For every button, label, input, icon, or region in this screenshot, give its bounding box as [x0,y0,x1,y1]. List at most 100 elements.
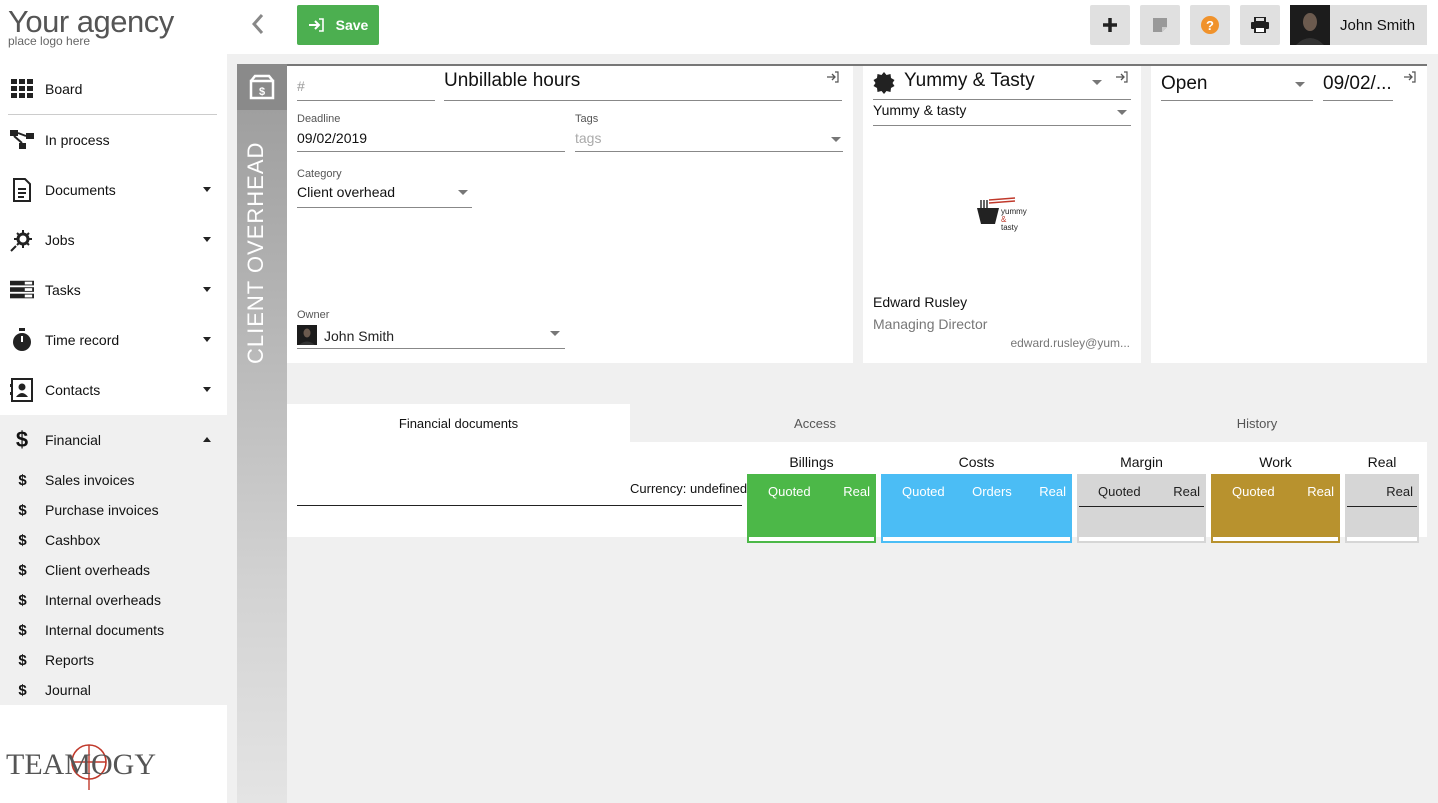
add-button[interactable] [1090,5,1130,45]
group-header: Quoted Real [1213,476,1338,506]
save-button[interactable]: Save [297,5,379,45]
sub-item-internal-documents[interactable]: $ Internal documents [0,615,227,645]
chevron-up-icon [203,437,211,442]
contact-name[interactable]: Edward Rusley [873,294,967,310]
sub-item-journal[interactable]: $ Journal [0,675,227,705]
nav-item-board[interactable]: Board [0,64,227,114]
sub-item-purchase-invoices[interactable]: $ Purchase invoices [0,495,227,525]
column-label: Real [843,483,870,499]
nav-item-tasks[interactable]: Tasks [0,265,227,315]
top-bar: Save ? John Smith [227,0,1438,54]
subcompany-select[interactable]: Yummy & tasty [873,102,1131,126]
nav-item-jobs[interactable]: Jobs [0,215,227,265]
owner-name: John Smith [324,328,395,344]
owner-label: Owner [297,309,330,321]
dollar-icon: $ [18,621,27,639]
nav-label: Financial [45,432,102,448]
company-select[interactable]: Yummy & Tasty [873,70,1131,100]
note-button[interactable] [1140,5,1180,45]
title-field[interactable]: Unbillable hours [444,70,842,101]
sub-item-client-overheads[interactable]: $ Client overheads [0,555,227,585]
help-button[interactable]: ? [1190,5,1230,45]
back-arrow-icon[interactable] [247,12,271,36]
list-icon [10,278,34,302]
tab-history[interactable]: History [1087,404,1427,442]
group-costs: Quoted Orders Real [881,474,1072,543]
nav-item-financial[interactable]: $ Financial [0,415,227,465]
tags-label: Tags [575,113,599,125]
nav-label: Time record [45,332,120,348]
chevron-down-icon[interactable] [831,137,841,142]
tab-financial-documents[interactable]: Financial documents [287,404,630,442]
nav-item-contacts[interactable]: Contacts [0,365,227,415]
sub-item-label: Journal [45,682,91,698]
currency-label: Currency: undefined [630,481,748,496]
column-label: Orders [972,483,1012,499]
sub-item-label: Purchase invoices [45,502,159,518]
sub-item-label: Client overheads [45,562,151,578]
nav-item-time-record[interactable]: Time record [0,315,227,365]
nav-item-in-process[interactable]: In process [0,115,227,165]
number-field[interactable]: # [297,74,435,101]
tags-field[interactable]: tags [575,130,843,152]
record-type-strip: $ CLIENT OVERHEAD [237,64,287,803]
owner-select[interactable]: John Smith [297,325,565,349]
nav-label: Documents [45,182,116,198]
nav-label: Board [45,81,83,97]
tab-access[interactable]: Access [630,404,1000,442]
grid-icon [10,77,34,101]
table-header-line [297,505,742,506]
date-field[interactable]: 09/02/... [1323,70,1393,101]
dollar-icon: $ [18,531,27,549]
status-select[interactable]: Open [1161,70,1313,101]
record-details-card: # Unbillable hours Deadline 09/02/2019 T… [287,66,853,363]
sub-item-label: Reports [45,652,95,668]
login-icon[interactable] [1116,71,1128,83]
chevron-down-icon [203,287,211,292]
column-label: Quoted [1232,483,1275,499]
sticky-note-icon [1153,18,1167,32]
group-work: Quoted Real [1211,474,1340,543]
sub-item-sales-invoices[interactable]: $ Sales invoices [0,465,227,495]
detail-tabs: Financial documents Access History [287,404,1427,442]
category-label: Category [297,168,342,180]
sub-item-internal-overheads[interactable]: $ Internal overheads [0,585,227,615]
chevron-down-icon[interactable] [1295,82,1305,87]
group-title-billings: Billings [789,454,834,470]
sub-item-reports[interactable]: $ Reports [0,645,227,675]
chevron-down-icon[interactable] [458,190,468,195]
category-select[interactable]: Client overhead [297,184,472,208]
group-title-real: Real [1367,454,1397,470]
dollar-icon: $ [18,501,27,519]
group-bar [1079,506,1204,541]
badge-icon [873,72,895,94]
contact-email[interactable]: edward.rusley@yum... [1010,336,1130,350]
plus-icon [1103,18,1117,32]
chevron-down-icon[interactable] [1092,80,1102,85]
sub-item-label: Sales invoices [45,472,135,488]
svg-text:$: $ [259,86,265,98]
group-bar [883,506,1070,541]
nav-item-documents[interactable]: Documents [0,165,227,215]
dollar-icon: $ [18,651,27,669]
login-icon[interactable] [827,71,839,83]
company-name: Yummy & Tasty [904,70,1035,91]
group-margin: Quoted Real [1077,474,1206,543]
nav-label: Contacts [45,382,101,398]
user-menu[interactable]: John Smith [1290,5,1427,45]
deadline-label: Deadline [297,113,341,125]
deadline-field[interactable]: 09/02/2019 [297,130,565,152]
svg-text:?: ? [1206,18,1214,33]
sidebar: Your agency place logo here Board In pro… [0,0,227,803]
column-label: Quoted [768,483,811,499]
gear-icon [10,228,34,252]
print-button[interactable] [1240,5,1280,45]
column-label: Quoted [1098,483,1141,499]
login-icon[interactable] [1404,71,1416,83]
sub-item-cashbox[interactable]: $ Cashbox [0,525,227,555]
chevron-down-icon[interactable] [1117,110,1127,115]
help-icon: ? [1201,16,1219,34]
financial-table: Currency: undefined Billings Quoted Real… [287,442,1427,543]
chevron-down-icon [203,387,211,392]
agency-logo[interactable]: Your agency place logo here [8,3,174,48]
